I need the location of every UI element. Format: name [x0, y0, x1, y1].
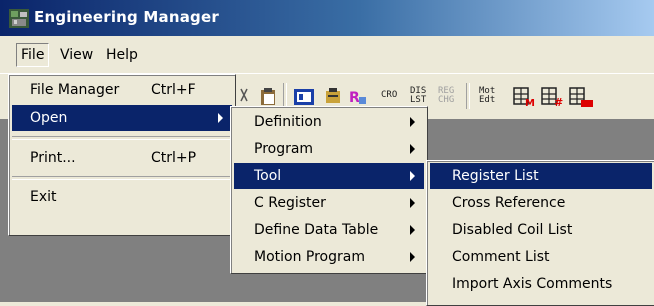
mot-edt-button[interactable]: Mot Edt — [479, 87, 495, 105]
menu-item-define-data-table[interactable]: Define Data Table — [234, 217, 424, 243]
menu-item-motion-program[interactable]: Motion Program — [234, 244, 424, 270]
print-label: Print... — [30, 150, 76, 166]
register-icon[interactable]: R — [349, 87, 367, 107]
reg-chg-button[interactable]: REG CHG — [438, 87, 454, 105]
dis-lst-button[interactable]: DIS LST — [410, 87, 426, 105]
window-title: Engineering Manager — [34, 8, 219, 26]
exit-label: Exit — [30, 189, 57, 205]
open-submenu: Definition Program Tool C Register Defin… — [230, 106, 428, 274]
menu-item-tool[interactable]: Tool — [234, 163, 424, 189]
disabled-coil-list-label: Disabled Coil List — [452, 222, 573, 238]
edt-label: Edt — [479, 95, 496, 105]
define-data-table-label: Define Data Table — [254, 222, 379, 238]
menu-item-exit[interactable]: Exit — [12, 184, 232, 210]
register-list-label: Register List — [452, 168, 539, 184]
table-int-icon[interactable] — [569, 86, 593, 108]
menu-item-print[interactable]: Print... Ctrl+P — [12, 145, 232, 171]
menu-item-disabled-coil-list[interactable]: Disabled Coil List — [430, 217, 652, 243]
comment-list-label: Comment List — [452, 249, 550, 265]
definition-label: Definition — [254, 114, 322, 130]
cro-button[interactable]: CRO — [381, 91, 397, 100]
menu-item-file-manager[interactable]: File Manager Ctrl+F — [12, 77, 232, 103]
svg-text:#: # — [554, 96, 563, 108]
file-menu: File Manager Ctrl+F Open Print... Ctrl+P… — [8, 74, 236, 236]
menu-item-definition[interactable]: Definition — [234, 109, 424, 135]
menu-separator — [12, 176, 232, 180]
table-hash-icon[interactable]: # — [541, 86, 565, 108]
menu-item-open[interactable]: Open — [12, 105, 232, 131]
menu-bar: File View Help — [0, 36, 654, 74]
menu-item-c-register[interactable]: C Register — [234, 190, 424, 216]
submenu-arrow-icon — [410, 171, 415, 181]
submenu-arrow-icon — [410, 225, 415, 235]
cut-icon[interactable] — [239, 87, 249, 107]
tool-label: Tool — [254, 168, 282, 184]
submenu-arrow-icon — [410, 144, 415, 154]
app-icon — [9, 9, 29, 28]
c-register-label: C Register — [254, 195, 326, 211]
table-m-icon[interactable]: M — [513, 86, 537, 108]
menu-help[interactable]: Help — [102, 44, 142, 66]
ladder-editor-icon[interactable] — [293, 87, 315, 107]
menu-item-cross-reference[interactable]: Cross Reference — [430, 190, 652, 216]
file-manager-label: File Manager — [30, 82, 120, 98]
motion-program-label: Motion Program — [254, 249, 365, 265]
menu-item-import-axis-comments[interactable]: Import Axis Comments — [430, 271, 652, 297]
menu-item-comment-list[interactable]: Comment List — [430, 244, 652, 270]
menu-view[interactable]: View — [56, 44, 97, 66]
tool-submenu: Register List Cross Reference Disabled C… — [426, 160, 654, 306]
open-label: Open — [30, 110, 68, 126]
submenu-arrow-icon — [218, 113, 223, 123]
svg-text:R: R — [349, 90, 360, 106]
title-bar: Engineering Manager — [0, 0, 654, 36]
menu-item-program[interactable]: Program — [234, 136, 424, 162]
print-shortcut: Ctrl+P — [151, 150, 197, 166]
submenu-arrow-icon — [410, 117, 415, 127]
menu-item-register-list[interactable]: Register List — [430, 163, 652, 189]
paste-icon[interactable] — [259, 87, 277, 107]
lst-label: LST — [410, 95, 427, 105]
menu-separator — [12, 136, 232, 140]
submenu-arrow-icon — [410, 198, 415, 208]
program-label: Program — [254, 141, 314, 157]
file-manager-shortcut: Ctrl+F — [151, 82, 196, 98]
svg-text:M: M — [525, 98, 535, 108]
submenu-arrow-icon — [410, 252, 415, 262]
menu-file[interactable]: File — [16, 43, 50, 67]
module-config-icon[interactable] — [323, 87, 343, 107]
chg-label: CHG — [438, 95, 455, 105]
cross-reference-label: Cross Reference — [452, 195, 566, 211]
import-axis-comments-label: Import Axis Comments — [452, 276, 613, 292]
